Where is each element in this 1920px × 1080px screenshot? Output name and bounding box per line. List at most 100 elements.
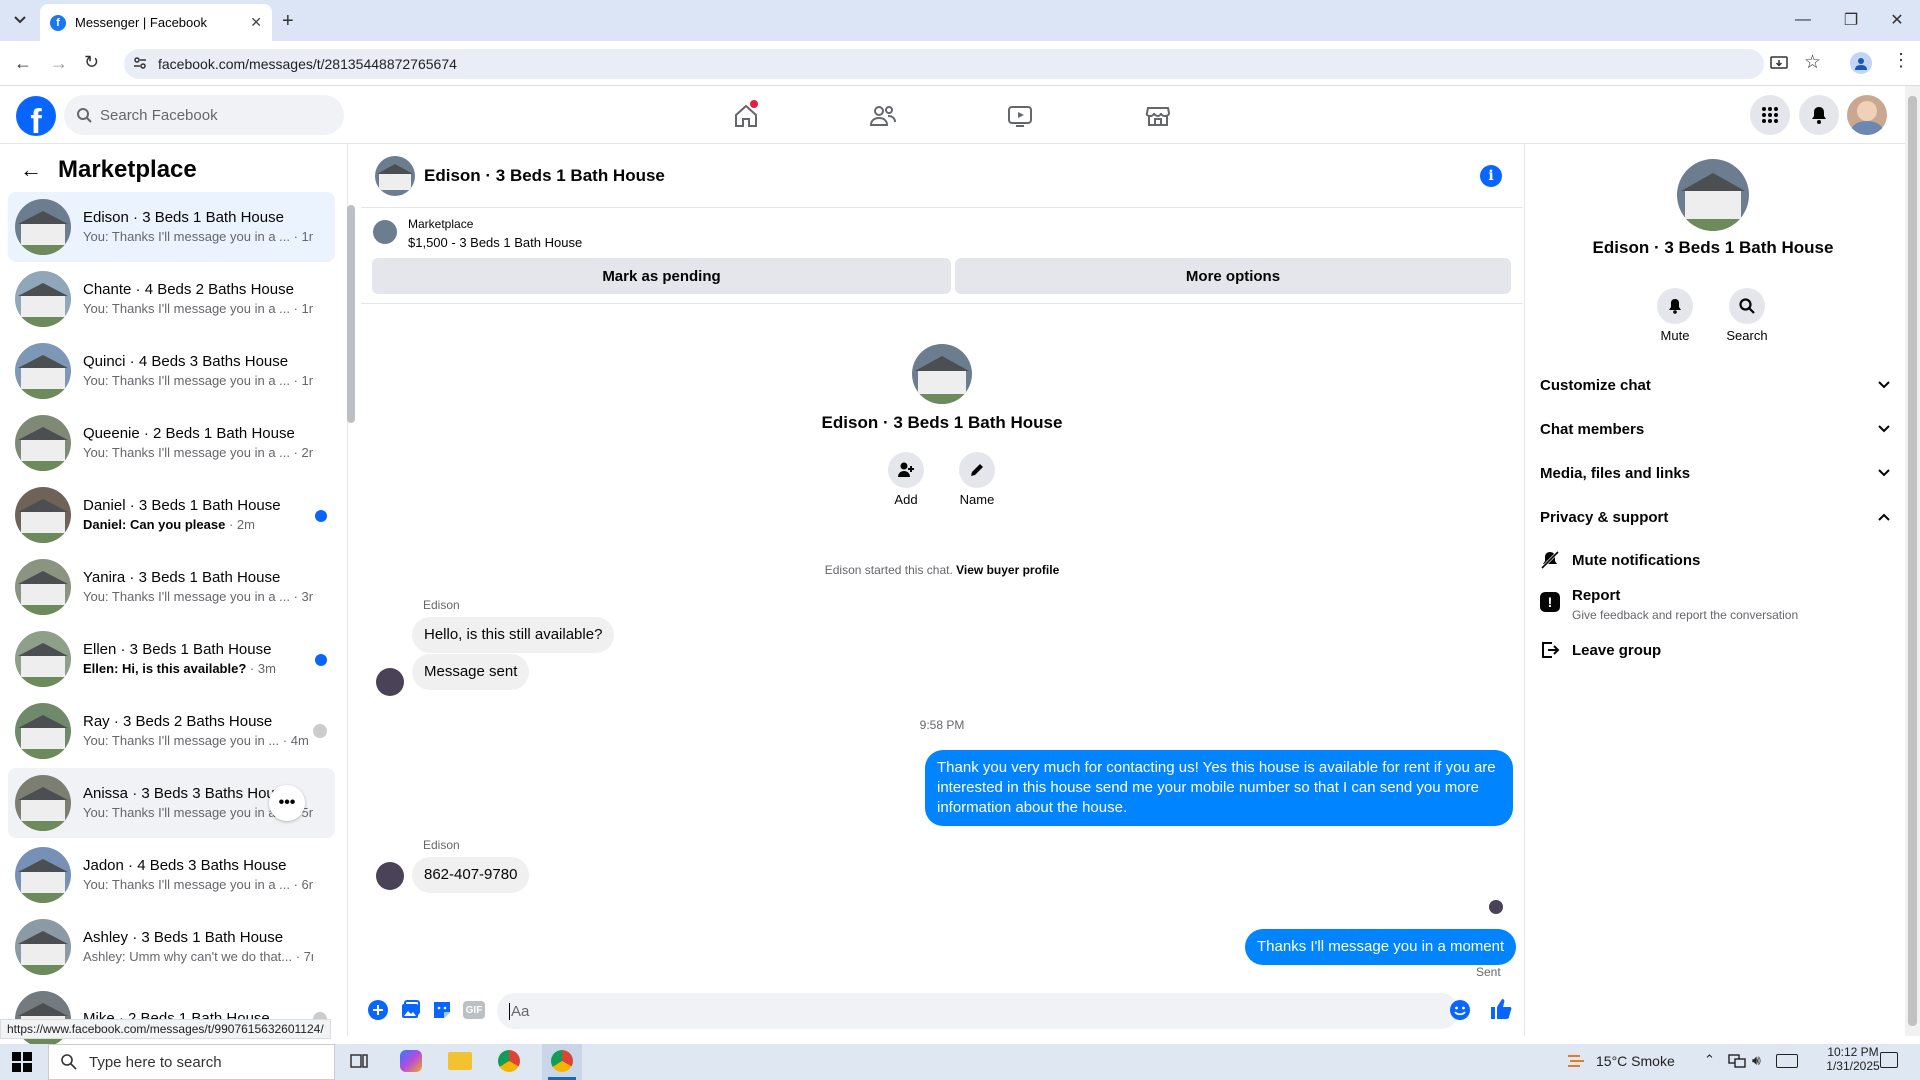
edit-name-icon[interactable]	[959, 452, 995, 488]
info-icon[interactable]: i	[1480, 165, 1502, 187]
more-options-icon[interactable]: •••	[269, 785, 305, 821]
chat-list-item[interactable]: Quinci · 4 Beds 3 Baths House You: Thanks…	[8, 336, 335, 406]
close-tab-icon[interactable]: ✕	[250, 14, 262, 31]
facebook-search-input[interactable]: Search Facebook	[64, 95, 344, 135]
copilot-icon[interactable]	[400, 1050, 422, 1072]
menu-grid-icon[interactable]	[1750, 95, 1790, 135]
add-label: Add	[894, 492, 918, 507]
volume-icon[interactable]: 🔊︎	[1752, 1052, 1761, 1069]
more-options-button[interactable]: More options	[955, 258, 1511, 294]
chat-avatar[interactable]	[375, 156, 415, 196]
minimize-icon[interactable]: —	[1780, 8, 1826, 32]
chat-list-item[interactable]: Ashley · 3 Beds 1 Bath House Ashley: Umm …	[8, 912, 335, 982]
media-files-links-section[interactable]: Media, files and links	[1540, 462, 1890, 484]
facebook-logo-icon[interactable]: f	[16, 96, 56, 136]
message-composer-input[interactable]: Aa	[497, 993, 1459, 1029]
weather-icon[interactable]	[1566, 1050, 1588, 1072]
incoming-message[interactable]: Message sent	[412, 654, 530, 690]
report-item[interactable]: ! Report Give feedback and report the co…	[1540, 586, 1798, 624]
reload-icon[interactable]: ↻	[84, 52, 99, 73]
leave-group-item[interactable]: Leave group	[1540, 640, 1661, 660]
browser-menu-icon[interactable]: ⋮	[1892, 50, 1910, 71]
chat-preview: Daniel: Can you please	[83, 517, 226, 532]
chat-list-item[interactable]: Jadon · 4 Beds 3 Baths House You: Thanks …	[8, 840, 335, 910]
search-in-chat-icon[interactable]	[1729, 288, 1765, 324]
browser-tab[interactable]: f Messenger | Facebook ✕	[40, 4, 272, 41]
chat-list-item[interactable]: Chante · 4 Beds 2 Baths House You: Thanks…	[8, 264, 335, 334]
task-view-icon[interactable]	[350, 1052, 368, 1070]
chat-list-item[interactable]: Ellen · 3 Beds 1 Bath House Ellen: Hi, is…	[8, 624, 335, 694]
weather-text[interactable]: 15°C Smoke	[1596, 1053, 1675, 1069]
chat-list-item[interactable]: Anissa · 3 Beds 3 Baths House You: Thanks…	[8, 768, 335, 838]
home-icon[interactable]	[726, 98, 766, 134]
like-thumb-icon[interactable]	[1489, 997, 1513, 1021]
listing-thumbnail[interactable]	[373, 220, 397, 244]
account-avatar[interactable]	[1847, 95, 1887, 135]
marketplace-icon[interactable]	[1138, 98, 1178, 134]
chat-list-scrollbar[interactable]	[346, 195, 356, 1030]
attach-photo-icon[interactable]	[399, 999, 421, 1021]
sender-avatar[interactable]	[376, 862, 404, 890]
chat-preview: You: Thanks I'll message you in a ...	[83, 877, 290, 892]
chat-list-item[interactable]: Yanira · 3 Beds 1 Bath House You: Thanks …	[8, 552, 335, 622]
mute-notifications-item[interactable]: Mute notifications	[1540, 550, 1700, 570]
customize-chat-section[interactable]: Customize chat	[1540, 374, 1890, 396]
plus-actions-icon[interactable]	[367, 999, 389, 1021]
chat-list-item[interactable]: Queenie · 2 Beds 1 Bath House You: Thanks…	[8, 408, 335, 478]
taskbar-search-input[interactable]: Type here to search	[48, 1044, 335, 1080]
install-app-icon[interactable]	[1770, 54, 1788, 72]
file-explorer-icon[interactable]	[448, 1052, 472, 1070]
intro-avatar[interactable]	[912, 344, 972, 404]
unread-dot	[315, 510, 327, 522]
chat-time: · 3m	[293, 589, 313, 604]
forward-icon[interactable]: →	[50, 53, 68, 74]
chrome-icon[interactable]	[498, 1050, 520, 1072]
chat-title[interactable]: Edison · 3 Beds 1 Bath House	[424, 166, 665, 186]
url-input[interactable]: facebook.com/messages/t/2813544887276567…	[124, 49, 1764, 79]
view-buyer-profile-link[interactable]: View buyer profile	[956, 563, 1059, 577]
page-scrollbar[interactable]	[1905, 86, 1920, 1036]
clock-date: 1/31/2025	[1826, 1059, 1880, 1073]
chat-list-item[interactable]: Edison · 3 Beds 1 Bath House You: Thanks …	[8, 192, 335, 262]
listing-title[interactable]: $1,500 - 3 Beds 1 Bath House	[408, 235, 582, 250]
marketplace-title: Marketplace	[58, 156, 197, 183]
profile-icon[interactable]	[1850, 52, 1872, 74]
friends-icon[interactable]	[863, 98, 903, 134]
restore-icon[interactable]: ❐	[1828, 8, 1874, 32]
chat-members-section[interactable]: Chat members	[1540, 418, 1890, 440]
tray-chevron-icon[interactable]: ⌃	[1704, 1052, 1715, 1068]
site-info-icon[interactable]	[132, 55, 148, 71]
network-icon[interactable]	[1728, 1053, 1746, 1069]
chrome-active-taskbar-item[interactable]	[542, 1044, 582, 1080]
incoming-message[interactable]: 862-407-9780	[412, 857, 530, 893]
gif-icon[interactable]: GIF	[463, 1001, 485, 1019]
sender-avatar[interactable]	[376, 668, 404, 696]
emoji-icon[interactable]	[1449, 999, 1471, 1021]
chat-list-item[interactable]: Ray · 3 Beds 2 Baths House You: Thanks I'…	[8, 696, 335, 766]
details-avatar[interactable]	[1677, 159, 1749, 231]
back-icon[interactable]: ←	[14, 53, 32, 74]
clock[interactable]: 10:12 PM 1/31/2025	[1818, 1045, 1888, 1073]
chat-preview: You: Thanks I'll message you in a ...	[83, 805, 290, 820]
sticker-icon[interactable]	[431, 999, 453, 1021]
chat-list-item[interactable]: Daniel · 3 Beds 1 Bath House Daniel: Can …	[8, 480, 335, 550]
windows-start-icon[interactable]	[12, 1052, 32, 1072]
mark-as-pending-button[interactable]: Mark as pending	[372, 258, 951, 294]
notification-center-icon[interactable]	[1880, 1052, 1898, 1068]
outgoing-message[interactable]: Thank you very much for contacting us! Y…	[925, 750, 1513, 826]
bookmark-star-icon[interactable]: ☆	[1804, 51, 1821, 74]
section-label: Privacy & support	[1540, 508, 1669, 526]
report-sub: Give feedback and report the conversatio…	[1572, 608, 1799, 622]
back-arrow-icon[interactable]: ←	[20, 157, 42, 183]
outgoing-message[interactable]: Thanks I'll message you in a moment	[1245, 929, 1517, 965]
privacy-support-section[interactable]: Privacy & support	[1540, 506, 1890, 528]
video-icon[interactable]	[1000, 98, 1040, 134]
keyboard-icon[interactable]	[1776, 1054, 1798, 1068]
new-tab-icon[interactable]: +	[282, 10, 294, 33]
tab-list-icon[interactable]	[10, 10, 30, 30]
incoming-message[interactable]: Hello, is this still available?	[412, 617, 615, 653]
notifications-bell-icon[interactable]	[1799, 95, 1839, 135]
mute-bell-icon[interactable]	[1657, 288, 1693, 324]
add-people-icon[interactable]	[888, 452, 924, 488]
close-window-icon[interactable]: ✕	[1874, 8, 1920, 32]
